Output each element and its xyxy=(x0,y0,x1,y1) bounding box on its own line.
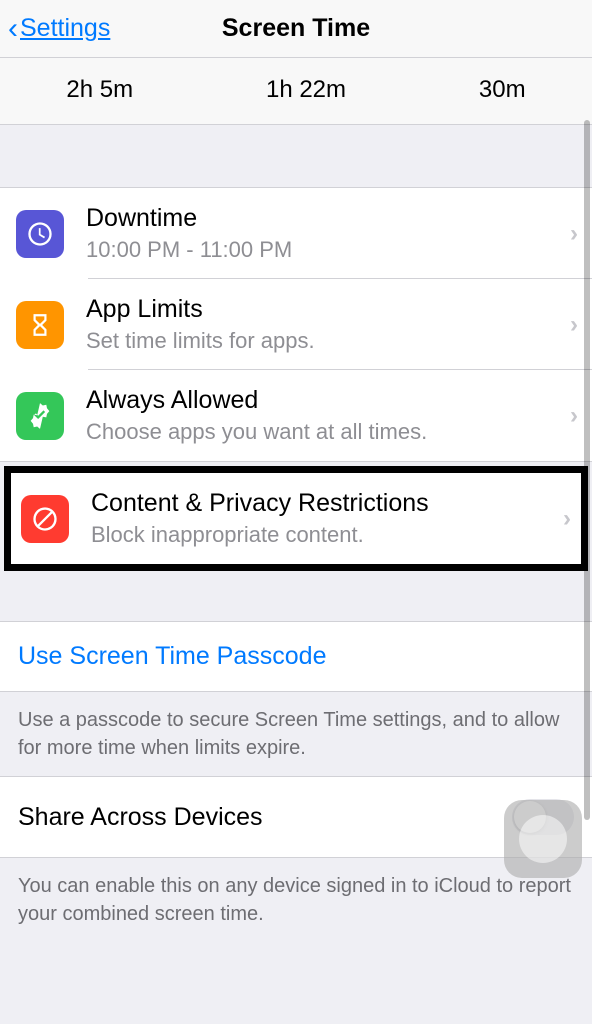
usage-value: 30m xyxy=(479,76,526,104)
chevron-right-icon: › xyxy=(563,505,571,533)
chevron-right-icon: › xyxy=(570,220,578,248)
share-footer: You can enable this on any device signed… xyxy=(0,858,592,942)
back-button[interactable]: ‹ Settings xyxy=(0,12,110,46)
row-text: Always Allowed Choose apps you want at a… xyxy=(86,386,562,445)
hourglass-icon xyxy=(16,301,64,349)
passcode-link-label: Use Screen Time Passcode xyxy=(18,642,574,671)
always-allowed-row[interactable]: Always Allowed Choose apps you want at a… xyxy=(0,370,592,461)
row-text: App Limits Set time limits for apps. xyxy=(86,295,562,354)
content-privacy-row[interactable]: Content & Privacy Restrictions Block ina… xyxy=(11,473,581,564)
row-title: App Limits xyxy=(86,295,562,324)
row-text: Downtime 10:00 PM - 11:00 PM xyxy=(86,204,562,263)
no-sign-icon xyxy=(21,495,69,543)
downtime-icon xyxy=(16,210,64,258)
nav-bar: ‹ Settings Screen Time xyxy=(0,0,592,58)
chevron-right-icon: › xyxy=(570,311,578,339)
back-label: Settings xyxy=(20,14,110,43)
use-passcode-row[interactable]: Use Screen Time Passcode xyxy=(0,621,592,692)
passcode-footer: Use a passcode to secure Screen Time set… xyxy=(0,692,592,776)
page-title: Screen Time xyxy=(222,14,370,43)
row-text: Content & Privacy Restrictions Block ina… xyxy=(91,489,555,548)
row-title: Content & Privacy Restrictions xyxy=(91,489,555,518)
row-subtitle: 10:00 PM - 11:00 PM xyxy=(86,237,562,263)
section-spacer xyxy=(0,571,592,621)
scrollbar[interactable] xyxy=(584,120,590,820)
row-subtitle: Block inappropriate content. xyxy=(91,522,555,548)
downtime-row[interactable]: Downtime 10:00 PM - 11:00 PM › xyxy=(0,188,592,279)
usage-summary: 2h 5m 1h 22m 30m xyxy=(0,58,592,125)
assistive-touch-button[interactable] xyxy=(504,800,582,878)
row-title: Always Allowed xyxy=(86,386,562,415)
checkmark-seal-icon xyxy=(16,392,64,440)
applimits-row[interactable]: App Limits Set time limits for apps. › xyxy=(0,279,592,370)
chevron-right-icon: › xyxy=(570,402,578,430)
section-spacer xyxy=(0,125,592,187)
row-title: Downtime xyxy=(86,204,562,233)
usage-value: 1h 22m xyxy=(266,76,346,104)
usage-value: 2h 5m xyxy=(66,76,133,104)
settings-list: Downtime 10:00 PM - 11:00 PM › App Limit… xyxy=(0,187,592,462)
row-subtitle: Set time limits for apps. xyxy=(86,328,562,354)
share-title: Share Across Devices xyxy=(18,803,263,832)
row-subtitle: Choose apps you want at all times. xyxy=(86,419,562,445)
assistive-touch-icon xyxy=(519,815,567,863)
highlighted-selection: Content & Privacy Restrictions Block ina… xyxy=(4,466,588,571)
chevron-left-icon: ‹ xyxy=(8,12,18,46)
